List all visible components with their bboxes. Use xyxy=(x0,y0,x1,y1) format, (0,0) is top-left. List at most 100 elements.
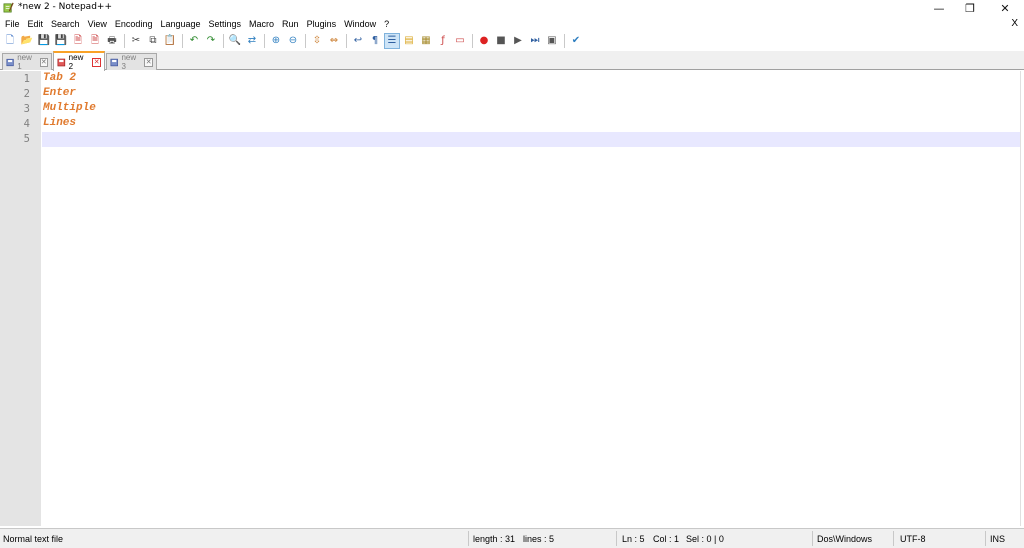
close-button[interactable]: 🗎 xyxy=(70,33,86,49)
zoom-out-button[interactable]: ⊖ xyxy=(285,33,301,49)
current-line-highlight xyxy=(42,132,1020,147)
play-macro-button[interactable]: ▶ xyxy=(510,33,526,49)
replace-icon: ⇄ xyxy=(247,34,257,46)
text-line[interactable]: Multiple xyxy=(43,102,96,114)
new-file-button[interactable]: 🗋 xyxy=(2,33,18,49)
menu-search[interactable]: Search xyxy=(47,19,84,29)
status-divider xyxy=(812,531,813,546)
tab-new-3[interactable]: new 3 ✕ xyxy=(106,53,157,71)
paste-button[interactable]: 📋 xyxy=(162,33,178,49)
open-file-button[interactable]: 📂 xyxy=(19,33,35,49)
status-divider xyxy=(893,531,894,546)
toolbar-separator xyxy=(264,33,265,48)
replace-button[interactable]: ⇄ xyxy=(244,33,260,49)
save-button[interactable]: 💾 xyxy=(36,33,52,49)
word-wrap-button[interactable]: ↩ xyxy=(350,33,366,49)
menu-settings[interactable]: Settings xyxy=(205,19,246,29)
sync-horizontal-button[interactable]: ⇔ xyxy=(326,33,342,49)
menu-help[interactable]: ? xyxy=(380,19,393,29)
status-encoding[interactable]: UTF-8 xyxy=(900,534,926,544)
print-icon: 🖶 xyxy=(107,34,117,46)
status-lines: lines : 5 xyxy=(523,534,555,544)
close-window-button[interactable]: ✕ xyxy=(988,0,1022,16)
line-number: 5 xyxy=(23,133,30,145)
status-selection: Sel : 0 | 0 xyxy=(686,534,724,544)
text-line[interactable]: Enter xyxy=(43,87,76,99)
save-icon: 💾 xyxy=(37,34,51,46)
file-saved-icon xyxy=(110,58,118,66)
spell-check-button[interactable]: ✔ xyxy=(568,33,584,49)
toolbar: 🗋 📂 💾 💾 🗎 🗎 🖶 ✂ ⧉ 📋 ↶ ↷ 🔍 ⇄ ⊕ ⊖ ⇳ ⇔ ↩ ¶ ☰ ▤ ▦ ƒ ▭ ● ■ ▶ ⏭ ▣ ✔ xyxy=(0,31,1024,50)
sync-vertical-button[interactable]: ⇳ xyxy=(309,33,325,49)
status-line-number: Ln : 5 xyxy=(622,534,645,544)
tab-new-1[interactable]: new 1 ✕ xyxy=(2,53,52,71)
redo-button[interactable]: ↷ xyxy=(203,33,219,49)
toolbar-separator xyxy=(182,33,183,48)
user-language-button[interactable]: ▤ xyxy=(401,33,417,49)
undo-button[interactable]: ↶ xyxy=(186,33,202,49)
tab-close-icon[interactable]: ✕ xyxy=(92,57,101,67)
show-all-chars-icon: ¶ xyxy=(371,34,379,46)
redo-icon: ↷ xyxy=(206,34,216,46)
save-all-button[interactable]: 💾 xyxy=(53,33,69,49)
cut-button[interactable]: ✂ xyxy=(128,33,144,49)
sync-vertical-icon: ⇳ xyxy=(312,34,322,46)
tab-close-icon[interactable]: ✕ xyxy=(39,57,48,67)
close-all-button[interactable]: 🗎 xyxy=(87,33,103,49)
save-macro-icon: ▣ xyxy=(547,34,557,46)
menu-view[interactable]: View xyxy=(84,19,111,29)
play-macro-multiple-button[interactable]: ⏭ xyxy=(527,33,543,49)
find-button[interactable]: 🔍 xyxy=(227,33,243,49)
status-eol-format[interactable]: Dos\Windows xyxy=(817,534,872,544)
menu-macro[interactable]: Macro xyxy=(245,19,278,29)
show-all-chars-button[interactable]: ¶ xyxy=(367,33,383,49)
line-number: 1 xyxy=(23,73,30,85)
text-line[interactable]: Tab 2 xyxy=(43,72,76,84)
menu-plugins[interactable]: Plugins xyxy=(303,19,341,29)
indent-guide-icon: ☰ xyxy=(387,34,397,46)
record-macro-button[interactable]: ● xyxy=(476,33,492,49)
toolbar-separator xyxy=(472,33,473,48)
toolbar-separator xyxy=(124,33,125,48)
zoom-in-button[interactable]: ⊕ xyxy=(268,33,284,49)
tab-bar: new 1 ✕ new 2 ✕ new 3 ✕ xyxy=(0,51,1024,71)
spell-check-icon: ✔ xyxy=(571,34,581,46)
text-line[interactable]: Lines xyxy=(43,117,76,129)
save-macro-button[interactable]: ▣ xyxy=(544,33,560,49)
folder-as-workspace-button[interactable]: ▭ xyxy=(452,33,468,49)
menu-language[interactable]: Language xyxy=(156,19,204,29)
status-column: Col : 1 xyxy=(653,534,680,544)
restore-button[interactable]: ❐ xyxy=(953,0,987,16)
status-insert-mode[interactable]: INS xyxy=(990,534,1005,544)
new-file-icon: 🗋 xyxy=(5,34,15,46)
menu-encoding[interactable]: Encoding xyxy=(111,19,157,29)
menu-file[interactable]: File xyxy=(0,19,24,29)
document-map-button[interactable]: ▦ xyxy=(418,33,434,49)
copy-button[interactable]: ⧉ xyxy=(145,33,161,49)
print-button[interactable]: 🖶 xyxy=(104,33,120,49)
tab-new-2[interactable]: new 2 ✕ xyxy=(53,51,105,71)
tab-label: new 1 xyxy=(17,53,32,71)
indent-guide-button[interactable]: ☰ xyxy=(384,32,400,49)
file-unsaved-icon xyxy=(57,58,66,66)
status-file-type: Normal text file xyxy=(3,534,64,544)
menu-window[interactable]: Window xyxy=(340,19,380,29)
notepad-plus-plus-logo-icon xyxy=(3,2,14,13)
play-macro-icon: ▶ xyxy=(514,34,522,46)
toolbar-separator xyxy=(346,33,347,48)
editor-area[interactable]: 1 2 3 4 5 Tab 2 Enter Multiple Lines xyxy=(0,71,1024,526)
function-list-icon: ƒ xyxy=(441,34,445,46)
tab-close-icon[interactable]: ✕ xyxy=(144,57,154,67)
stop-record-icon: ■ xyxy=(496,34,506,46)
menu-run[interactable]: Run xyxy=(278,19,303,29)
vertical-scrollbar[interactable] xyxy=(1020,71,1024,526)
tab-label: new 3 xyxy=(121,53,137,71)
line-number: 2 xyxy=(23,88,30,100)
minimize-button[interactable]: — xyxy=(922,0,956,16)
close-all-icon: 🗎 xyxy=(90,34,100,46)
stop-record-button[interactable]: ■ xyxy=(493,33,509,49)
close-document-button[interactable]: X xyxy=(1011,18,1018,29)
function-list-button[interactable]: ƒ xyxy=(435,33,451,49)
find-icon: 🔍 xyxy=(228,34,242,46)
menu-edit[interactable]: Edit xyxy=(24,19,48,29)
